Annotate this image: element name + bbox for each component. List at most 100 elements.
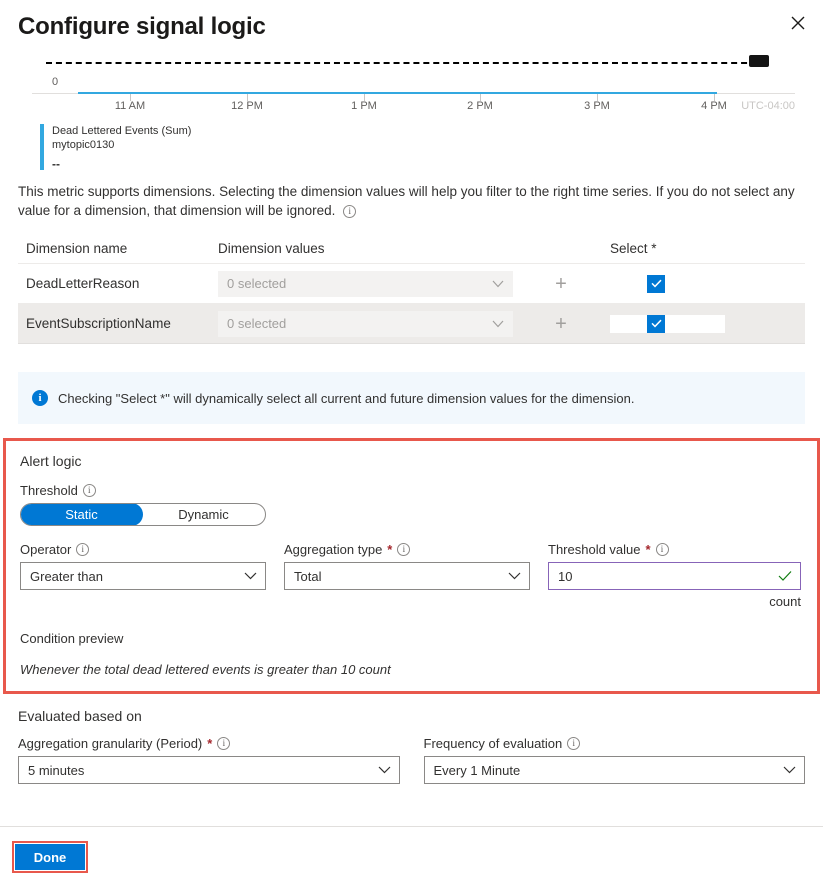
info-icon[interactable]: i <box>567 737 581 750</box>
table-row: DeadLetterReason 0 selected + <box>18 264 805 304</box>
dimension-values-selected-text: 0 selected <box>227 316 287 331</box>
legend-color-swatch <box>40 124 44 170</box>
add-dimension-value-icon[interactable]: + <box>548 271 574 297</box>
threshold-value-input[interactable]: 10 <box>548 562 801 590</box>
chart-timezone-label: UTC-04:00 <box>741 100 795 112</box>
dimension-name-eventsubscriptionname: EventSubscriptionName <box>26 316 171 331</box>
series-line-dead-lettered-events <box>78 92 717 94</box>
dialog-header: Configure signal logic <box>0 0 823 48</box>
metric-chart: 0 11 AM 12 PM 1 PM 2 PM 3 PM 4 PM UTC-04… <box>0 48 823 170</box>
chevron-down-icon <box>492 320 504 327</box>
dimension-values-cell: 0 selected <box>218 270 548 297</box>
add-dimension-cell: + <box>548 311 610 337</box>
select-all-cell <box>610 314 805 333</box>
threshold-value-unit: count <box>769 594 801 609</box>
chevron-down-icon <box>783 766 796 774</box>
frequency-value: Every 1 Minute <box>433 762 521 778</box>
x-axis-tick-label: 2 PM <box>467 100 493 112</box>
aggregation-granularity-value: 5 minutes <box>28 762 85 778</box>
frequency-of-evaluation-field: Frequency of evaluation i Every 1 Minute <box>423 736 806 784</box>
alert-logic-section: Alert logic Threshold i Static Dynamic O… <box>3 438 820 694</box>
add-dimension-cell: + <box>548 271 610 297</box>
condition-preview-text: Whenever the total dead lettered events … <box>20 662 391 677</box>
alert-logic-title: Alert logic <box>20 453 82 469</box>
frequency-label-row: Frequency of evaluation i <box>424 736 806 751</box>
column-header-dimension-values: Dimension values <box>218 241 325 256</box>
select-all-checkbox-deadletterreason[interactable] <box>647 274 665 293</box>
operator-label: Operator <box>20 542 72 557</box>
operator-value: Greater than <box>30 568 103 584</box>
aggregation-type-dropdown[interactable]: Total <box>284 562 530 590</box>
alert-logic-fields-row: Operator i Greater than Aggregation type… <box>20 542 803 609</box>
info-icon: i <box>32 390 48 406</box>
page-title: Configure signal logic <box>18 13 266 40</box>
info-icon[interactable]: i <box>76 543 90 556</box>
info-icon[interactable]: i <box>343 204 357 218</box>
done-button[interactable]: Done <box>15 844 85 870</box>
chevron-down-icon <box>508 572 521 580</box>
info-banner-text: Checking "Select *" will dynamically sel… <box>58 390 635 406</box>
threshold-option-static[interactable]: Static <box>21 504 143 525</box>
column-header-select: Select * <box>610 241 657 256</box>
add-dimension-value-icon[interactable]: + <box>548 311 574 337</box>
checkmark-icon <box>650 319 662 328</box>
x-axis-tick-label: 3 PM <box>584 100 610 112</box>
dimensions-description-text: This metric supports dimensions. Selecti… <box>18 184 795 218</box>
threshold-value-label: Threshold value <box>548 542 641 557</box>
threshold-value-label-row: Threshold value * i <box>548 542 801 557</box>
dimension-values-dropdown[interactable]: 0 selected <box>218 270 513 297</box>
x-axis-tick-label: 12 PM <box>231 100 263 112</box>
table-header-row: Dimension name Dimension values Select * <box>18 234 805 264</box>
info-icon[interactable]: i <box>655 543 669 556</box>
operator-label-row: Operator i <box>20 542 266 557</box>
required-asterisk: * <box>207 736 213 751</box>
dimension-name-deadletterreason: DeadLetterReason <box>26 276 140 291</box>
dimension-values-dropdown[interactable]: 0 selected <box>218 310 513 337</box>
info-icon[interactable]: i <box>82 484 96 497</box>
footer-divider <box>0 826 823 827</box>
chevron-down-icon <box>244 572 257 580</box>
threshold-value-text: 10 <box>558 568 573 584</box>
done-button-highlight: Done <box>12 841 88 873</box>
select-all-checkbox-eventsubscriptionname[interactable] <box>647 314 665 333</box>
legend-metric-name: Dead Lettered Events (Sum) <box>52 125 192 137</box>
select-all-cell <box>610 274 805 293</box>
aggregation-type-label-row: Aggregation type * i <box>284 542 530 557</box>
select-all-wrapper <box>610 274 805 293</box>
dimension-values-cell: 0 selected <box>218 310 548 337</box>
info-icon[interactable]: i <box>397 543 411 556</box>
operator-field: Operator i Greater than <box>20 542 266 609</box>
select-all-wrapper-focused <box>610 314 725 333</box>
frequency-label: Frequency of evaluation <box>423 736 563 751</box>
dimensions-description: This metric supports dimensions. Selecti… <box>18 182 805 220</box>
dimension-values-selected-text: 0 selected <box>227 276 287 291</box>
aggregation-granularity-dropdown[interactable]: 5 minutes <box>18 756 400 784</box>
frequency-dropdown[interactable]: Every 1 Minute <box>423 756 805 784</box>
info-icon[interactable]: i <box>217 737 231 750</box>
checkmark-icon <box>650 279 662 288</box>
aggregation-granularity-label: Aggregation granularity (Period) <box>18 736 203 751</box>
legend-resource-name: mytopic0130 <box>52 139 115 151</box>
threshold-value-field: Threshold value * i 10 count <box>548 542 801 609</box>
aggregation-type-value: Total <box>294 568 322 584</box>
evaluated-fields-row: Aggregation granularity (Period) * i 5 m… <box>18 736 805 784</box>
aggregation-granularity-label-row: Aggregation granularity (Period) * i <box>18 736 400 751</box>
evaluated-based-on-title: Evaluated based on <box>18 708 142 724</box>
aggregation-type-label: Aggregation type <box>284 542 383 557</box>
threshold-type-toggle[interactable]: Static Dynamic <box>20 503 266 526</box>
operator-dropdown[interactable]: Greater than <box>20 562 266 590</box>
x-axis-tick-label: 11 AM <box>114 100 146 112</box>
threshold-option-dynamic[interactable]: Dynamic <box>142 504 265 525</box>
select-all-info-banner: i Checking "Select *" will dynamically s… <box>18 372 805 424</box>
threshold-label-row: Threshold i <box>20 483 803 498</box>
threshold-drag-handle[interactable] <box>749 55 769 67</box>
y-axis-tick-0: 0 <box>52 76 59 88</box>
x-axis-tick-label: 4 PM <box>701 100 727 112</box>
x-axis-tick-label: 1 PM <box>351 100 377 112</box>
legend-metric-value: -- <box>52 157 60 171</box>
required-asterisk: * <box>387 542 393 557</box>
chart-plot-area: 0 11 AM 12 PM 1 PM 2 PM 3 PM 4 PM UTC-04… <box>32 52 795 114</box>
evaluated-based-on-section: Evaluated based on Aggregation granulari… <box>18 708 805 784</box>
close-icon[interactable] <box>781 6 815 40</box>
table-row: EventSubscriptionName 0 selected + <box>18 304 805 344</box>
